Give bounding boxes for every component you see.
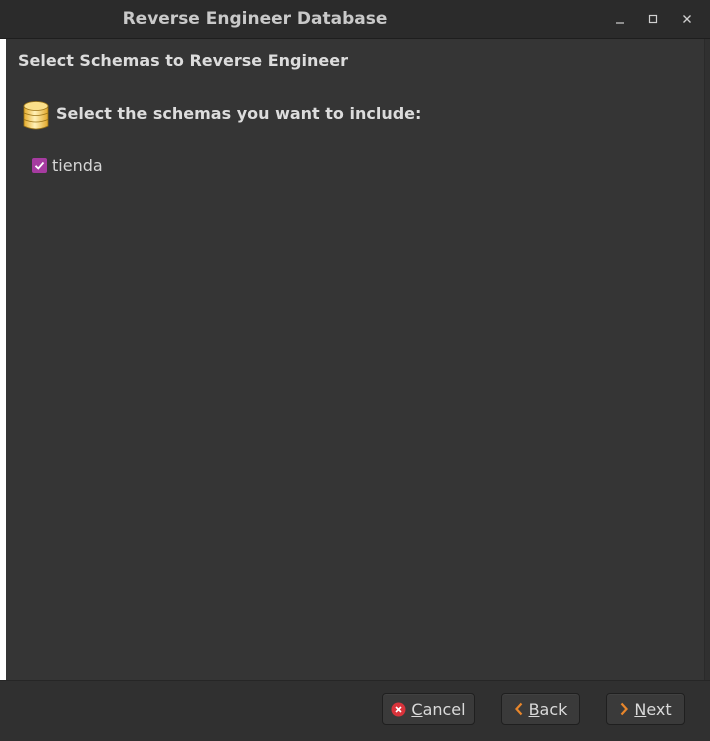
cancel-icon (391, 702, 406, 717)
dialog-window: Reverse Engineer Database Select Schemas… (0, 0, 710, 741)
maximize-icon (648, 14, 658, 24)
minimize-button[interactable] (609, 8, 631, 30)
window-title: Reverse Engineer Database (122, 9, 388, 29)
cancel-button[interactable]: Cancel (382, 693, 475, 725)
close-button[interactable] (676, 8, 698, 30)
instruction-label: Select the schemas you want to include: (56, 104, 422, 123)
maximize-button[interactable] (642, 8, 664, 30)
checkmark-icon (34, 161, 45, 170)
schema-checkbox[interactable] (32, 157, 47, 173)
right-edge (704, 39, 710, 680)
chevron-right-icon (619, 702, 629, 716)
button-bar: Cancel Back Next (0, 680, 710, 741)
minimize-icon (616, 22, 624, 24)
schema-item-tienda[interactable]: tienda (32, 155, 103, 175)
back-label: Back (528, 699, 568, 719)
cancel-label: Cancel (411, 699, 466, 719)
back-button[interactable]: Back (501, 693, 580, 725)
database-icon (23, 101, 49, 130)
wizard-page: Select Schemas to Reverse Engineer Selec… (6, 39, 704, 680)
title-bar: Reverse Engineer Database (0, 0, 710, 39)
chevron-left-icon (514, 702, 524, 716)
schema-label: tienda (52, 155, 103, 175)
next-label: Next (634, 699, 672, 719)
page-title: Select Schemas to Reverse Engineer (18, 51, 348, 70)
next-button[interactable]: Next (606, 693, 685, 725)
close-icon (683, 15, 691, 23)
